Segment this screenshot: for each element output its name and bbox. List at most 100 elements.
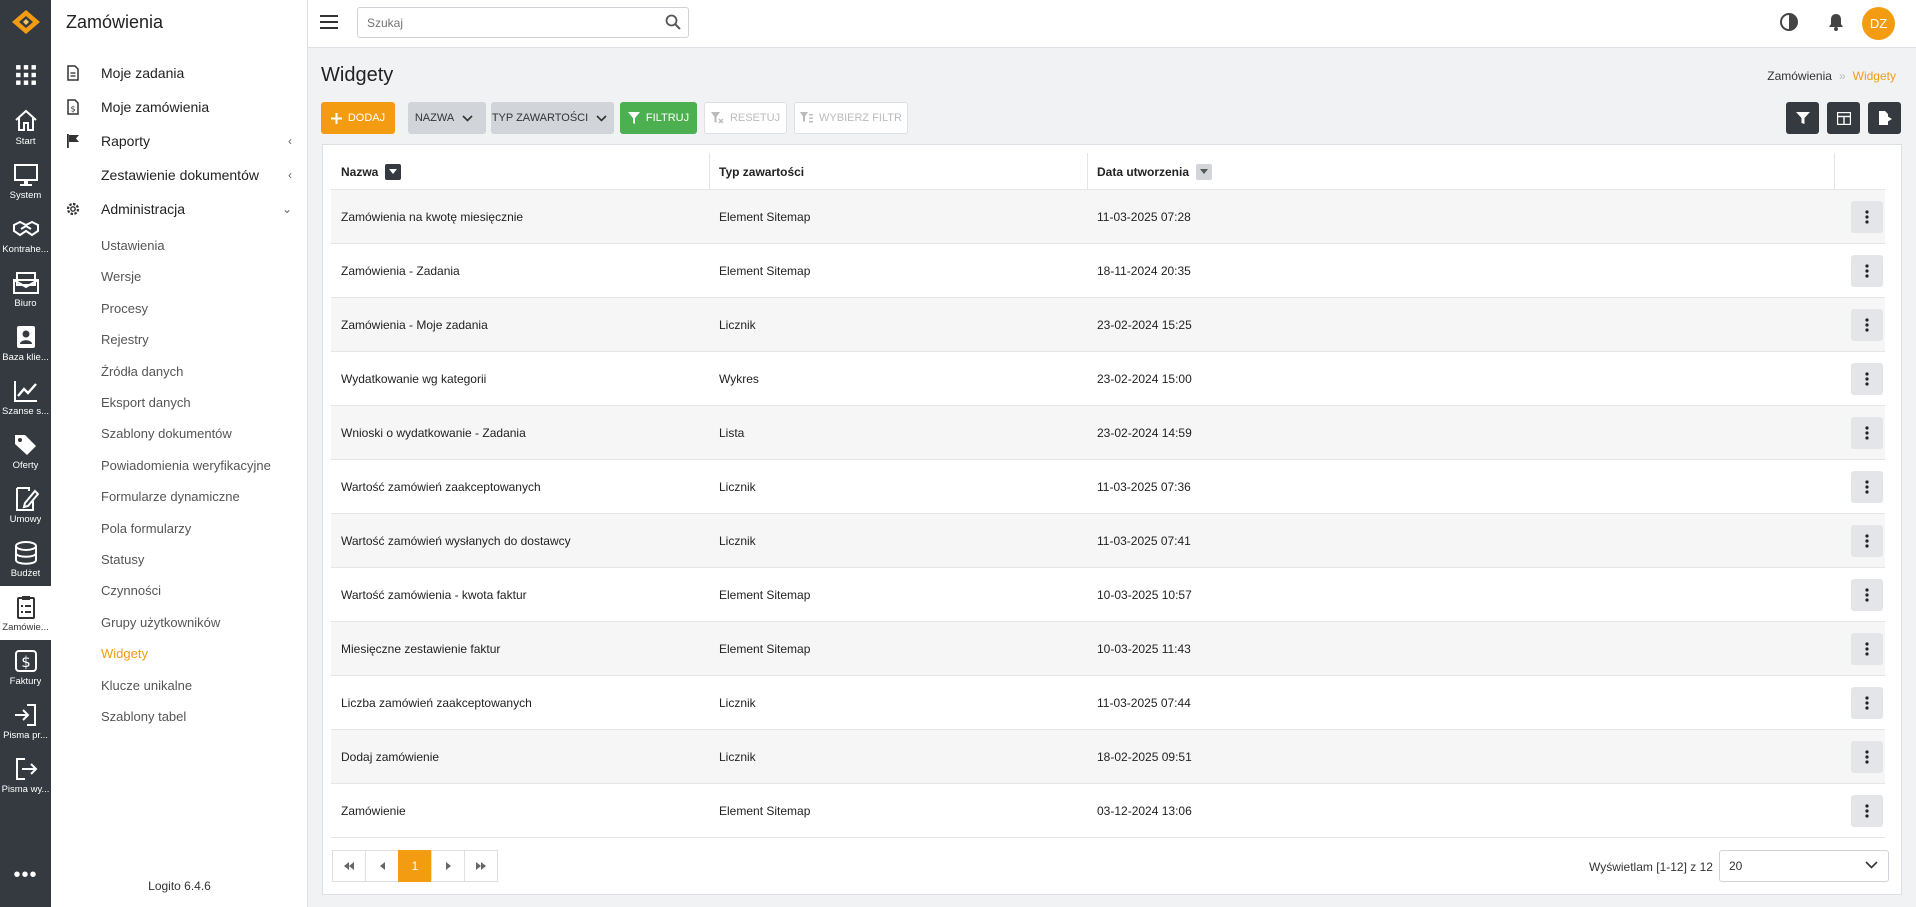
row-actions-button[interactable] bbox=[1851, 471, 1883, 503]
rail-item-monitor[interactable]: System bbox=[0, 154, 51, 208]
table-row[interactable]: Dodaj zamówienie Licznik 18-02-2025 09:51 bbox=[331, 730, 1885, 784]
sidebar-subitem[interactable]: Grupy użytkowników bbox=[101, 615, 220, 630]
table-row[interactable]: Wartość zamówień wysłanych do dostawcy Li… bbox=[331, 514, 1885, 568]
table-row[interactable]: Wartość zamówień zaakceptowanych Licznik 1… bbox=[331, 460, 1885, 514]
apps-grid-button[interactable] bbox=[0, 58, 51, 92]
row-actions-button[interactable] bbox=[1851, 633, 1883, 665]
sidebar-item-4[interactable]: Zestawienie dokumentów ‹ bbox=[51, 158, 308, 192]
sidebar-item-1[interactable]: Moje zadania bbox=[51, 56, 308, 90]
notification-bell-icon[interactable] bbox=[1826, 12, 1846, 32]
kebab-menu-icon bbox=[1865, 318, 1869, 332]
sidebar-subitem[interactable]: Szablony tabel bbox=[101, 709, 186, 724]
columns-toggle-button[interactable] bbox=[1827, 102, 1860, 134]
first-page-button[interactable] bbox=[332, 850, 366, 882]
rail-item-label: Budżet bbox=[10, 567, 41, 579]
row-actions-button[interactable] bbox=[1851, 579, 1883, 611]
sidebar-item-3[interactable]: Raporty ‹ bbox=[51, 124, 308, 158]
previous-page-button[interactable] bbox=[365, 850, 399, 882]
sidebar-subitem[interactable]: Szablony dokumentów bbox=[101, 426, 232, 441]
sidebar-item-2[interactable]: $ Moje zamówienia bbox=[51, 90, 308, 124]
sidebar-subitem[interactable]: Powiadomienia weryfikacyjne bbox=[101, 458, 271, 473]
sidebar-subitem[interactable]: Rejestry bbox=[101, 332, 149, 347]
clipboard-list-icon bbox=[16, 595, 35, 619]
rail-item-home[interactable]: Start bbox=[0, 100, 51, 154]
search-input[interactable] bbox=[358, 8, 648, 37]
name-filter-dropdown[interactable]: NAZWA bbox=[408, 102, 486, 134]
table-row[interactable]: Zamówienia - Moje zadania Licznik 23-02-20… bbox=[331, 298, 1885, 352]
page-size-value: 20 bbox=[1729, 859, 1743, 873]
sort-toggle-icon[interactable] bbox=[1196, 163, 1213, 180]
table-row[interactable]: Zamówienia - Zadania Element Sitemap 18-11… bbox=[331, 244, 1885, 298]
sidebar-item-5[interactable]: Administracja ⌄ bbox=[51, 192, 308, 226]
advanced-filter-button[interactable] bbox=[1786, 102, 1819, 134]
more-apps-button[interactable]: ••• bbox=[0, 864, 51, 887]
sidebar-subitem[interactable]: Pola formularzy bbox=[101, 521, 191, 536]
table-row[interactable]: Liczba zamówień zaakceptowanych Licznik 11… bbox=[331, 676, 1885, 730]
filter-button-label: FILTRUJ bbox=[645, 112, 690, 124]
double-chevron-left-icon bbox=[344, 862, 354, 870]
sidebar-subitem[interactable]: Wersje bbox=[101, 269, 141, 284]
next-page-button[interactable] bbox=[431, 850, 465, 882]
filter-button[interactable]: FILTRUJ bbox=[620, 102, 697, 134]
column-header-created[interactable]: Data utworzenia bbox=[1097, 153, 1213, 190]
breadcrumb-item-module[interactable]: Zamówienia bbox=[1767, 69, 1832, 83]
sidebar-subitem[interactable]: Widgety bbox=[101, 646, 148, 661]
rail-item-tags[interactable]: Oferty bbox=[0, 424, 51, 478]
row-actions-button[interactable] bbox=[1851, 309, 1883, 341]
hamburger-menu-icon[interactable] bbox=[320, 14, 338, 30]
choose-filter-button[interactable]: WYBIERZ FILTR bbox=[794, 102, 908, 134]
sidebar-subitem[interactable]: Klucze unikalne bbox=[101, 678, 192, 693]
sidebar-subitem[interactable]: Ustawienia bbox=[101, 238, 165, 253]
row-actions-button[interactable] bbox=[1851, 417, 1883, 449]
sidebar-subitem[interactable]: Procesy bbox=[101, 301, 148, 316]
search-icon[interactable] bbox=[665, 14, 681, 30]
rail-item-label: Kontrahe... bbox=[2, 243, 49, 255]
row-actions-button[interactable] bbox=[1851, 525, 1883, 557]
sidebar-subitem[interactable]: Formularze dynamiczne bbox=[101, 489, 240, 504]
rail-item-edit-document[interactable]: Umowy bbox=[0, 478, 51, 532]
row-actions-button[interactable] bbox=[1851, 255, 1883, 287]
page-size-select[interactable]: 20 bbox=[1719, 850, 1889, 882]
sidebar-subitem[interactable]: Czynności bbox=[101, 583, 161, 598]
rail-item-contact-card[interactable]: Baza klie... bbox=[0, 316, 51, 370]
row-actions-button[interactable] bbox=[1851, 795, 1883, 827]
table-row[interactable]: Miesięczne zestawienie faktur Element Sit… bbox=[331, 622, 1885, 676]
table-row[interactable]: Wartość zamówienia - kwota faktur Element… bbox=[331, 568, 1885, 622]
rail-item-dollar[interactable]: $ Faktury bbox=[0, 640, 51, 694]
sidebar-subitem[interactable]: Źródła danych bbox=[101, 364, 183, 379]
last-page-button[interactable] bbox=[464, 850, 498, 882]
rail-item-coins[interactable]: Budżet bbox=[0, 532, 51, 586]
cell-name: Wartość zamówienia - kwota faktur bbox=[341, 587, 527, 602]
theme-contrast-icon[interactable] bbox=[1779, 12, 1799, 32]
rail-item-chart-line[interactable]: Szanse s... bbox=[0, 370, 51, 424]
row-actions-button[interactable] bbox=[1851, 363, 1883, 395]
table-row[interactable]: Zamówienie Element Sitemap 03-12-2024 13:0… bbox=[331, 784, 1885, 838]
rail-item-handshake[interactable]: Kontrahe... bbox=[0, 208, 51, 262]
content-type-filter-dropdown[interactable]: TYP ZAWARTOŚCI bbox=[491, 102, 614, 134]
rail-item-clipboard-list[interactable]: Zamówie... bbox=[0, 586, 51, 640]
sidebar-subitem[interactable]: Statusy bbox=[101, 552, 144, 567]
row-actions-button[interactable] bbox=[1851, 687, 1883, 719]
page-number-button[interactable]: 1 bbox=[398, 850, 432, 882]
rail-item-sign-out[interactable]: Pisma wy... bbox=[0, 748, 51, 802]
sidebar-subitem[interactable]: Eksport danych bbox=[101, 395, 191, 410]
rail-item-mail[interactable]: Biuro bbox=[0, 262, 51, 316]
reset-filter-button[interactable]: RESETUJ bbox=[704, 102, 787, 134]
funnel-list-icon bbox=[800, 112, 814, 123]
user-avatar[interactable]: DZ bbox=[1862, 7, 1895, 40]
column-header-name[interactable]: Nazwa bbox=[341, 153, 402, 190]
sort-desc-icon[interactable] bbox=[385, 163, 402, 180]
table-row[interactable]: Wydatkowanie wg kategorii Wykres 23-02-202… bbox=[331, 352, 1885, 406]
rail-item-sign-in[interactable]: Pisma pr... bbox=[0, 694, 51, 748]
table-row[interactable]: Wnioski o wydatkowanie - Zadania Lista 23-… bbox=[331, 406, 1885, 460]
table-row[interactable]: Zamówienia na kwotę miesięcznie Element S… bbox=[331, 190, 1885, 244]
row-actions-button[interactable] bbox=[1851, 201, 1883, 233]
cell-name: Wydatkowanie wg kategorii bbox=[341, 371, 487, 386]
column-header-type[interactable]: Typ zawartości bbox=[719, 153, 804, 190]
breadcrumb: Zamówienia » Widgety bbox=[1767, 69, 1896, 83]
row-actions-button[interactable] bbox=[1851, 741, 1883, 773]
rail-item-label: Szanse s... bbox=[2, 405, 49, 417]
logito-logo-icon[interactable] bbox=[12, 10, 40, 34]
export-button[interactable] bbox=[1868, 102, 1901, 134]
add-button[interactable]: DODAJ bbox=[321, 102, 395, 134]
